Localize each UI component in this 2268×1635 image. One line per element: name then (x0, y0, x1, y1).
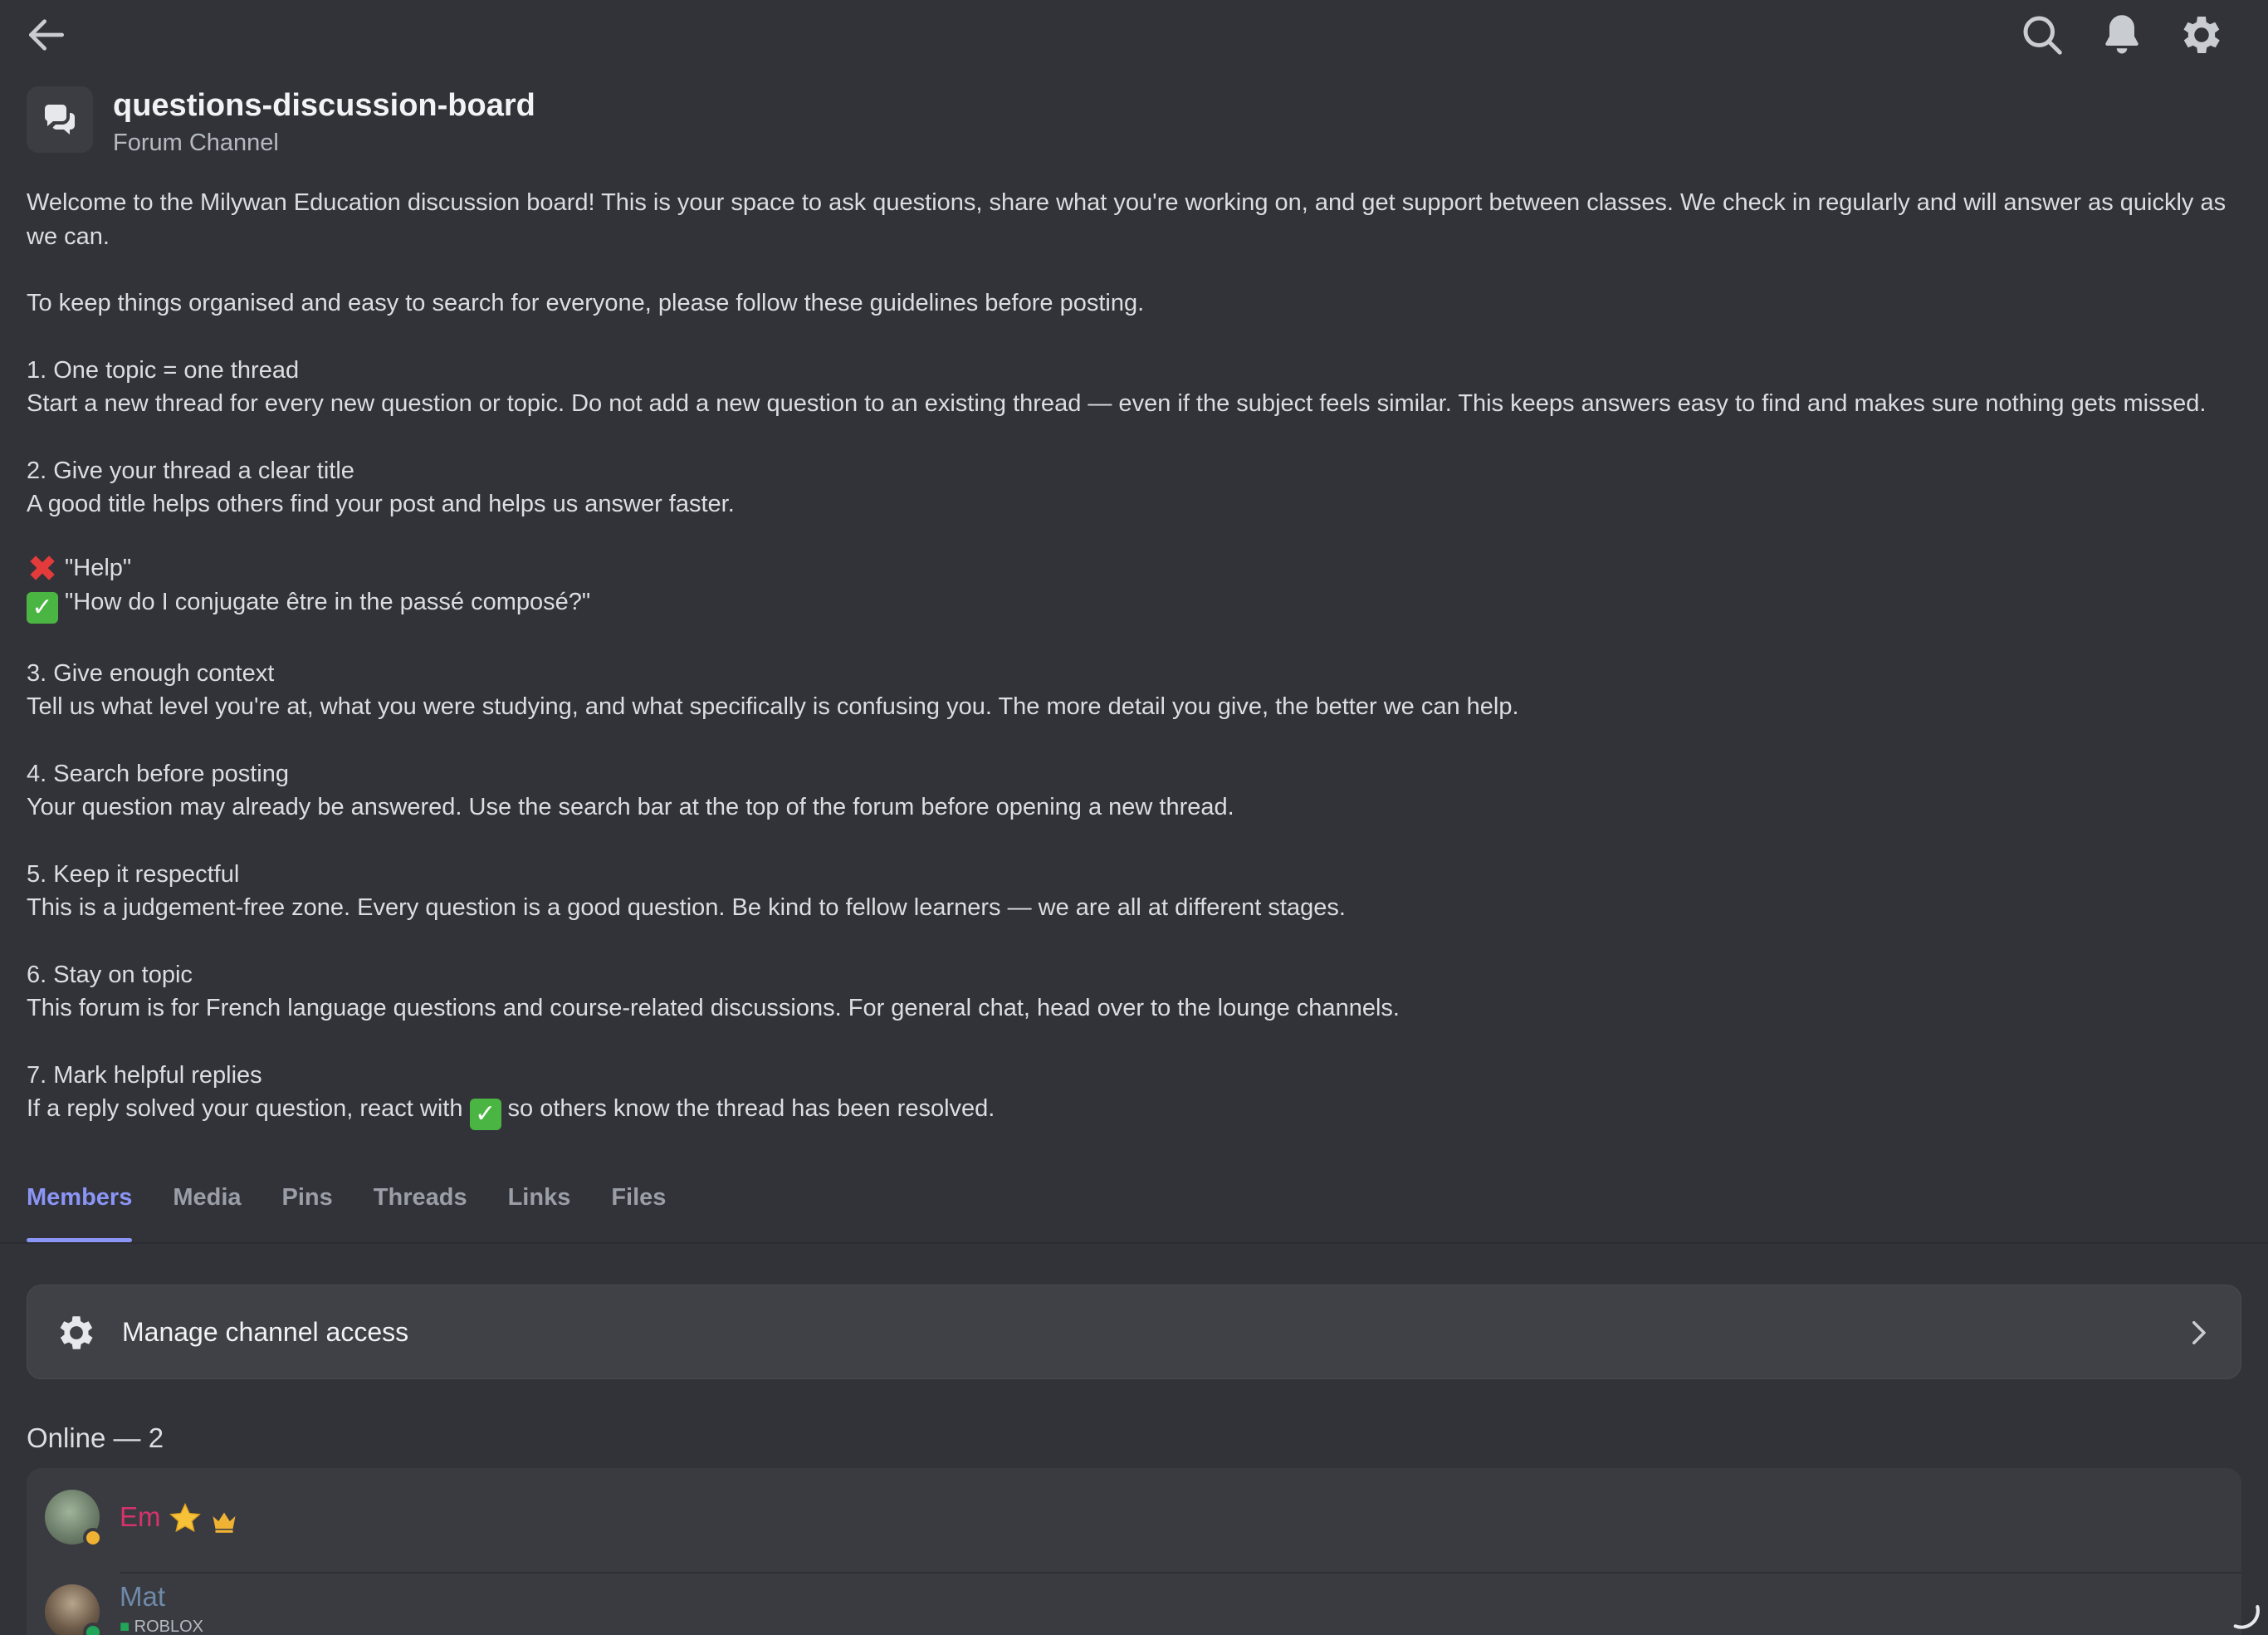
tab-threads[interactable]: Threads (374, 1184, 467, 1242)
gear-icon[interactable] (2177, 10, 2226, 60)
example-bad: ✖ "Help" (27, 548, 2251, 590)
rule-title: 3. Give enough context (27, 659, 275, 687)
member-activity-text: ROBLOX (134, 1618, 203, 1635)
tab-files[interactable]: Files (611, 1184, 666, 1242)
rule-title: 5. Keep it respectful (27, 860, 240, 888)
gear-icon (60, 1316, 93, 1349)
forum-icon (27, 86, 93, 153)
member-name: Em (120, 1501, 161, 1532)
tab-members[interactable]: Members (27, 1184, 133, 1242)
example-good: ✓ "How do I conjugate être in the passé c… (27, 585, 2251, 624)
idle-status-icon (83, 1528, 103, 1548)
rule-body: This forum is for French language questi… (27, 995, 1400, 1021)
example-bad-text: "Help" (65, 554, 132, 581)
manage-channel-access-button[interactable]: Manage channel access (27, 1285, 2241, 1379)
avatar (45, 1490, 103, 1548)
rule-title: 7. Mark helpful replies (27, 1061, 262, 1089)
cross-mark-icon: ✖ (27, 548, 58, 590)
star-icon (169, 1502, 201, 1533)
game-controller-icon: ■ (120, 1618, 134, 1635)
member-item-mat[interactable]: Mat ■ ROBLOX (27, 1566, 2241, 1635)
avatar (45, 1584, 103, 1635)
bell-icon[interactable] (2097, 10, 2147, 60)
check-mark-icon: ✓ (469, 1099, 501, 1130)
member-item-em[interactable]: Em (27, 1476, 2241, 1574)
info-tabs: Members Media Pins Threads Links Files (27, 1184, 706, 1242)
rule-body: This is a judgement-free zone. Every que… (27, 894, 1346, 921)
member-list: Em Mat ■ ROBLOX (27, 1468, 2241, 1635)
guidelines-intro: To keep things organised and easy to sea… (27, 290, 1145, 316)
online-header: Online — 2 (27, 1422, 164, 1453)
rule-body: A good title helps others find your post… (27, 491, 735, 517)
rule-body: If a reply solved your question, react w… (27, 1092, 2251, 1130)
rule-title: 2. Give your thread a clear title (27, 457, 354, 484)
loading-spinner-icon (2233, 1604, 2260, 1629)
channel-description: Welcome to the Milywan Education discuss… (27, 186, 2251, 1130)
member-name: Mat (120, 1581, 166, 1612)
crown-icon (213, 1512, 236, 1533)
tab-links[interactable]: Links (508, 1184, 571, 1242)
member-activity: ■ ROBLOX (120, 1618, 203, 1635)
tab-media[interactable]: Media (173, 1184, 241, 1242)
rule-body: Tell us what level you're at, what you w… (27, 693, 1519, 720)
tab-pins[interactable]: Pins (282, 1184, 333, 1242)
chevron-right-icon (2192, 1321, 2206, 1344)
online-status-icon (83, 1623, 103, 1635)
manage-channel-access-label: Manage channel access (122, 1317, 409, 1347)
check-mark-icon: ✓ (27, 591, 58, 624)
rule-body: Your question may already be answered. U… (27, 794, 1234, 820)
rule-title: 6. Stay on topic (27, 961, 193, 988)
rule-body-after: so others know the thread has been resol… (507, 1095, 995, 1122)
search-icon[interactable] (2017, 10, 2067, 60)
rule-body: Start a new thread for every new questio… (27, 390, 2207, 417)
description-intro: Welcome to the Milywan Education discuss… (27, 189, 2226, 250)
channel-info-screen: questions-discussion-board Forum Channel… (0, 0, 2268, 1635)
rule-title: 1. One topic = one thread (27, 356, 300, 384)
tabs-divider (0, 1242, 2268, 1244)
rule-body-before: If a reply solved your question, react w… (27, 1095, 463, 1122)
channel-type: Forum Channel (113, 130, 279, 156)
channel-title: questions-discussion-board (113, 88, 535, 123)
top-bar (0, 0, 2268, 66)
example-good-text: "How do I conjugate être in the passé co… (65, 588, 591, 615)
rule-title: 4. Search before posting (27, 760, 289, 787)
back-arrow-icon[interactable] (23, 12, 70, 58)
